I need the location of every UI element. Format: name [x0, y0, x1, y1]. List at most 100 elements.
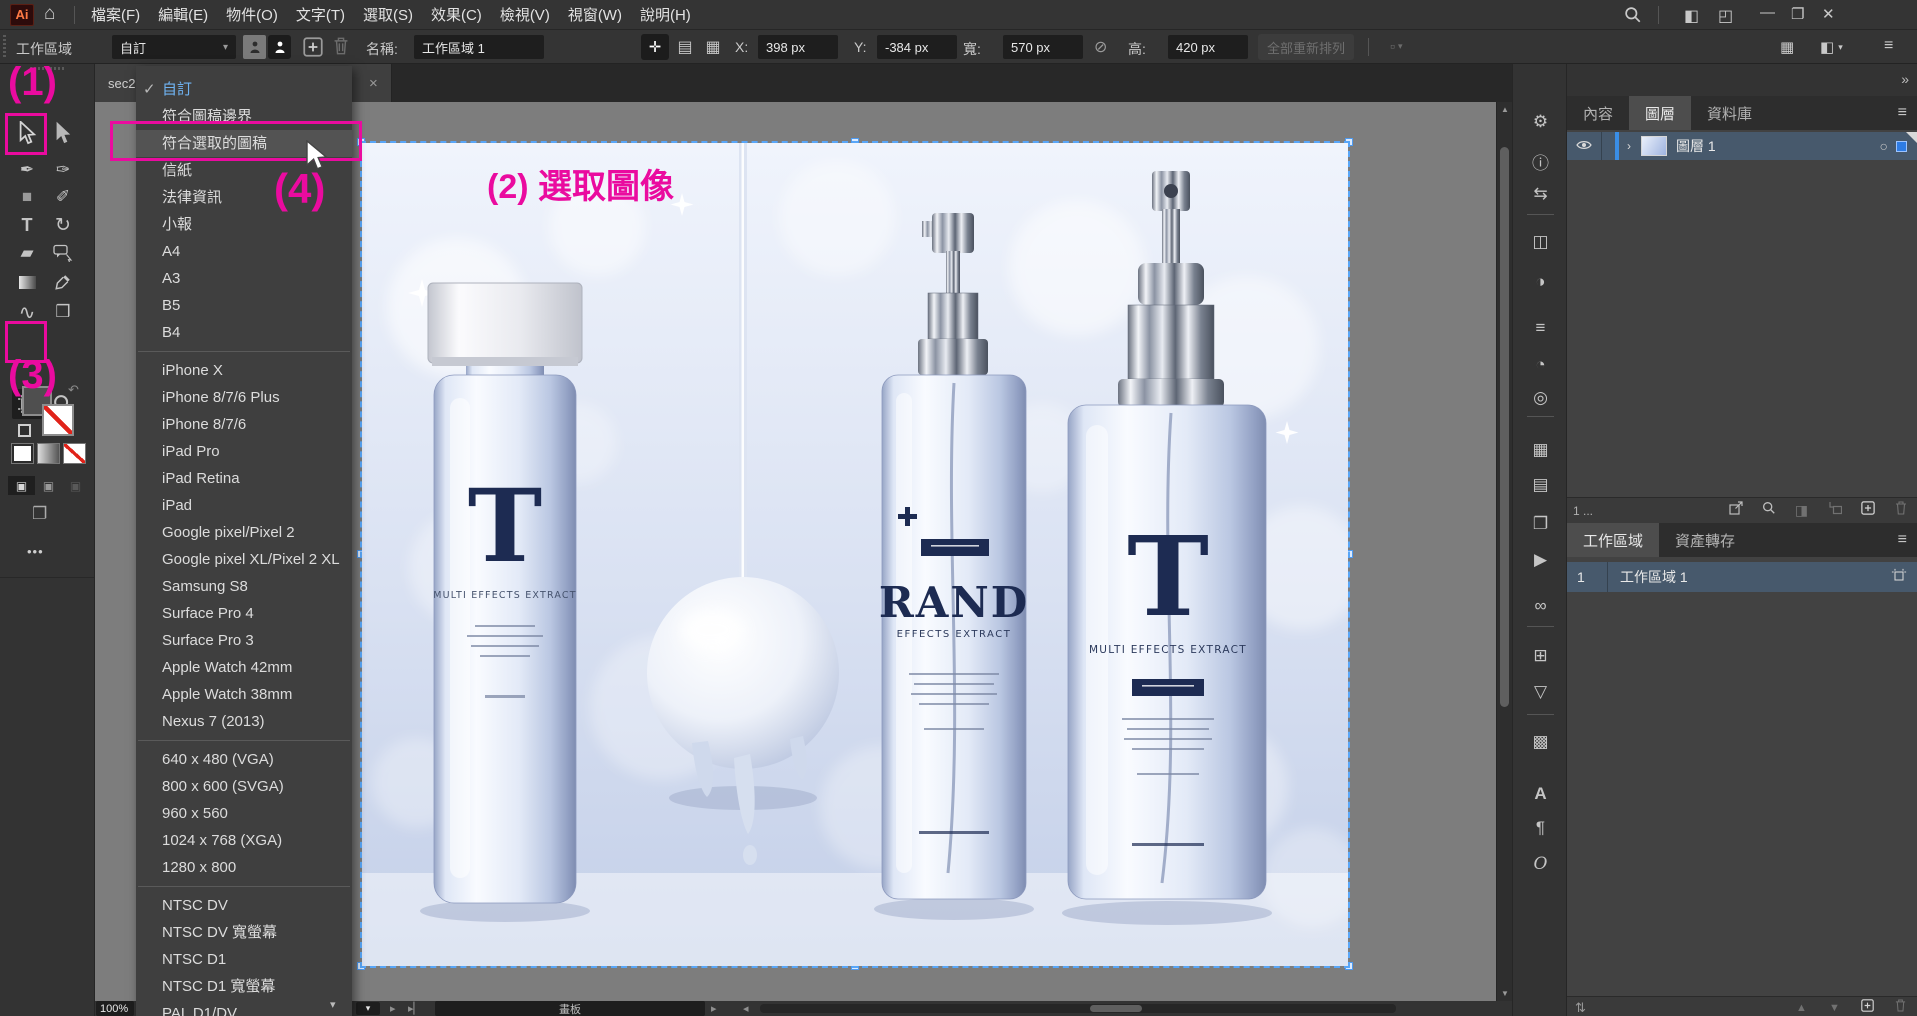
pen-tool[interactable]: ✒ — [12, 155, 42, 185]
close-button[interactable]: ✕ — [1822, 5, 1835, 23]
layer-thumbnail[interactable] — [1641, 136, 1667, 156]
last-artboard-icon[interactable]: ▸▏ — [408, 1002, 422, 1015]
horizontal-scrollbar[interactable] — [760, 1004, 1396, 1013]
draw-normal-mode[interactable]: ▣ — [8, 476, 35, 495]
preset-item-a4[interactable]: A4 — [136, 238, 352, 265]
artboard-nav-dropdown[interactable]: ▾ — [356, 1002, 380, 1015]
preset-item-b4[interactable]: B4 — [136, 319, 352, 346]
constrain-proportions-icon[interactable]: ⊘ — [1094, 37, 1107, 57]
shaper-tool[interactable] — [48, 238, 78, 268]
direct-selection-tool[interactable] — [48, 118, 78, 148]
collapse-panels-icon[interactable]: » — [1901, 71, 1909, 87]
scroll-up-icon[interactable]: ▲ — [1501, 105, 1509, 114]
layers-icon[interactable]: ❐ — [1513, 514, 1568, 534]
preset-dropdown[interactable]: 自訂 ▾ — [112, 35, 236, 59]
status-display[interactable]: 畫板 — [435, 1001, 705, 1016]
tab-libraries[interactable]: 資料庫 — [1691, 96, 1768, 130]
menu-view[interactable]: 檢視(V) — [491, 4, 559, 25]
artboard-page-icon[interactable] — [1891, 568, 1907, 587]
preset-item-surface-pro3[interactable]: Surface Pro 3 — [136, 627, 352, 654]
gradient-button[interactable] — [38, 444, 59, 463]
panel-drag-handle[interactable] — [3, 35, 6, 59]
preset-item-1280x800[interactable]: 1280 x 800 — [136, 854, 352, 881]
stroke-icon[interactable]: ≡ — [1513, 318, 1568, 338]
menu-scroll-down-icon[interactable]: ▾ — [330, 998, 336, 1011]
menu-edit[interactable]: 編輯(E) — [149, 4, 217, 25]
curvature-tool[interactable]: ✑ — [48, 155, 78, 185]
arrange-documents-icon[interactable]: ▦ — [1780, 38, 1794, 56]
delete-artboard-icon[interactable] — [1884, 999, 1917, 1016]
symbols-icon[interactable]: ▦ — [1513, 440, 1568, 460]
new-sublayer-icon[interactable] — [1818, 501, 1851, 520]
panel-menu-icon[interactable]: ≡ — [1888, 523, 1917, 557]
preset-item-960x560[interactable]: 960 x 560 — [136, 800, 352, 827]
preset-item-watch-38[interactable]: Apple Watch 38mm — [136, 681, 352, 708]
preset-item-xga[interactable]: 1024 x 768 (XGA) — [136, 827, 352, 854]
preset-item-pixel2xl[interactable]: Google pixel XL/Pixel 2 XL — [136, 546, 352, 573]
locate-object-icon[interactable] — [1752, 501, 1785, 520]
appearance-icon[interactable]: ◎ — [1513, 388, 1568, 408]
preset-item-pal-d1dv[interactable]: PAL D1/DV — [136, 1000, 352, 1016]
next-artboard-icon[interactable]: ▸ — [390, 1002, 396, 1015]
search-icon[interactable] — [1624, 6, 1642, 29]
minimize-button[interactable]: — — [1760, 4, 1775, 21]
workspace-switcher[interactable]: ◧ ▾ — [1820, 38, 1843, 56]
character-icon[interactable]: A — [1513, 784, 1568, 804]
rearrange-all-button[interactable]: 全部重新排列 — [1258, 34, 1354, 60]
rectangle-tool[interactable]: ■ — [12, 182, 42, 212]
preset-item-samsung-s8[interactable]: Samsung S8 — [136, 573, 352, 600]
artboard-row[interactable]: 1 工作區域 1 — [1567, 562, 1917, 592]
draw-behind-mode[interactable]: ▣ — [35, 476, 62, 495]
preset-item-surface-pro4[interactable]: Surface Pro 4 — [136, 600, 352, 627]
color-button[interactable] — [12, 444, 33, 463]
tab-layers[interactable]: 圖層 — [1629, 96, 1691, 130]
gear-icon[interactable]: ⚙ — [1513, 112, 1568, 132]
preset-item-iphone-876[interactable]: iPhone 8/7/6 — [136, 411, 352, 438]
menu-object[interactable]: 物件(O) — [217, 4, 287, 25]
close-tab-icon[interactable]: × — [369, 75, 378, 92]
swatches-icon[interactable]: ⊞ — [1513, 646, 1568, 666]
gradient-icon[interactable]: ◔ — [1513, 355, 1568, 375]
graph-icon[interactable]: ▤ — [1513, 475, 1568, 495]
type-tool[interactable]: T — [12, 210, 42, 240]
scrollbar-thumb[interactable] — [1500, 147, 1509, 707]
separations-icon[interactable]: ◫ — [1513, 232, 1568, 252]
preset-item-ntsc-d1-wide[interactable]: NTSC D1 寬螢幕 — [136, 973, 352, 1000]
tab-properties[interactable]: 內容 — [1567, 96, 1629, 130]
draw-inside-mode[interactable]: ▣ — [62, 476, 89, 495]
links-icon[interactable]: ∞ — [1513, 596, 1568, 616]
restore-button[interactable]: ❐ — [1791, 5, 1804, 23]
width-input[interactable]: 570 px — [1003, 35, 1083, 59]
artboard-name-input[interactable]: 工作區域 1 — [414, 35, 544, 59]
vertical-scrollbar[interactable]: ▲ ▼ — [1496, 102, 1512, 1001]
info-icon[interactable]: ⓘ — [1513, 149, 1568, 174]
preset-item-svga[interactable]: 800 x 600 (SVGA) — [136, 773, 352, 800]
filter-icon[interactable]: ▽ — [1513, 682, 1568, 702]
height-input[interactable]: 420 px — [1168, 35, 1248, 59]
transparency-icon[interactable]: ◑ — [1513, 272, 1568, 292]
preset-item-nexus7[interactable]: Nexus 7 (2013) — [136, 708, 352, 735]
layer-target-icon[interactable]: ○ — [1880, 138, 1888, 154]
layer-row[interactable]: › 圖層 1 ○ — [1567, 132, 1917, 160]
preset-item-ipad[interactable]: iPad — [136, 492, 352, 519]
preset-item-b5[interactable]: B5 — [136, 292, 352, 319]
preset-item-ntsc-d1[interactable]: NTSC D1 — [136, 946, 352, 973]
menu-help[interactable]: 說明(H) — [631, 4, 700, 25]
menu-effect[interactable]: 效果(C) — [422, 4, 491, 25]
move-down-icon[interactable]: ▼ — [1818, 1002, 1851, 1014]
x-input[interactable]: 398 px — [758, 35, 838, 59]
none-button[interactable] — [64, 444, 85, 463]
gradient-tool[interactable] — [12, 267, 42, 297]
rearrange-artboards-icon[interactable]: ⇅ — [1575, 1000, 1586, 1016]
hscroll-left-icon[interactable]: ◂ — [743, 1002, 749, 1015]
eyedropper-tool[interactable] — [48, 267, 78, 297]
panel-menu-icon[interactable]: ≡ — [1888, 96, 1917, 130]
preset-item-ipad-pro[interactable]: iPad Pro — [136, 438, 352, 465]
edit-toolbar-icon[interactable]: ••• — [27, 544, 44, 559]
preset-item-iphone-x[interactable]: iPhone X — [136, 357, 352, 384]
scroll-down-icon[interactable]: ▼ — [1501, 989, 1509, 998]
panel-menu-icon[interactable]: ≡ — [1884, 37, 1893, 55]
preset-item-a3[interactable]: A3 — [136, 265, 352, 292]
visibility-toggle[interactable] — [1567, 138, 1601, 154]
eraser-tool[interactable]: ▰ — [12, 238, 42, 268]
